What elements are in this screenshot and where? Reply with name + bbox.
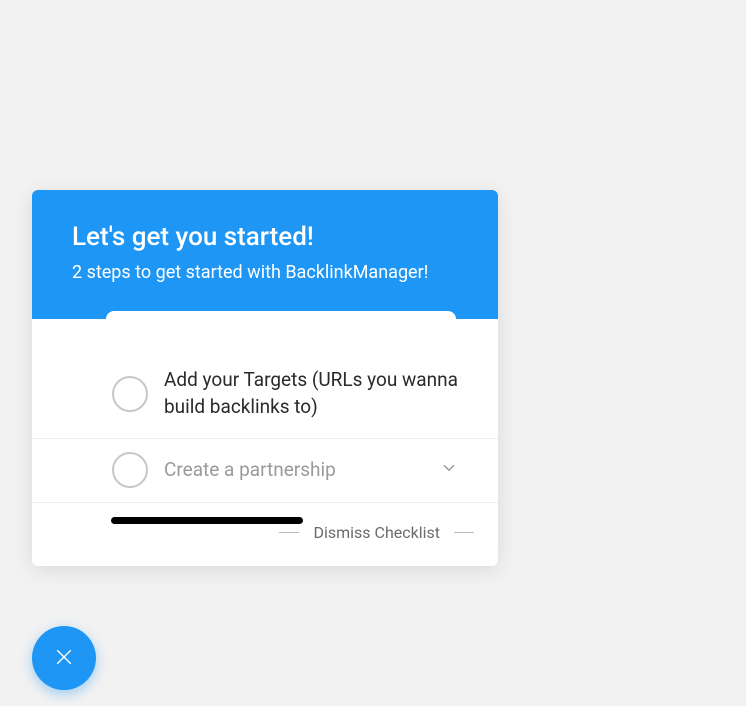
inner-tab — [106, 311, 456, 327]
checklist-item-label: Create a partnership — [164, 457, 440, 484]
onboarding-checklist-card: Let's get you started! 2 steps to get st… — [32, 190, 498, 566]
checklist-item-create-partnership[interactable]: Create a partnership — [32, 439, 498, 503]
card-subtitle: 2 steps to get started with BacklinkMana… — [72, 262, 458, 283]
divider-line — [454, 532, 474, 533]
checklist-circle[interactable] — [112, 452, 148, 488]
checklist-item-add-targets[interactable]: Add your Targets (URLs you wanna build b… — [32, 349, 498, 439]
card-title: Let's get you started! — [72, 222, 458, 252]
checklist-circle[interactable] — [112, 376, 148, 412]
checklist-item-label: Add your Targets (URLs you wanna build b… — [164, 367, 458, 420]
dismiss-checklist-button[interactable]: Dismiss Checklist — [313, 523, 440, 542]
close-icon — [53, 646, 75, 671]
close-fab-button[interactable] — [32, 626, 96, 690]
chevron-down-icon — [440, 459, 458, 481]
divider-line — [279, 532, 299, 533]
dismiss-row: Dismiss Checklist — [32, 503, 498, 566]
redacted-bar — [111, 517, 303, 524]
card-header: Let's get you started! 2 steps to get st… — [32, 190, 498, 319]
checklist-items: Add your Targets (URLs you wanna build b… — [32, 319, 498, 566]
